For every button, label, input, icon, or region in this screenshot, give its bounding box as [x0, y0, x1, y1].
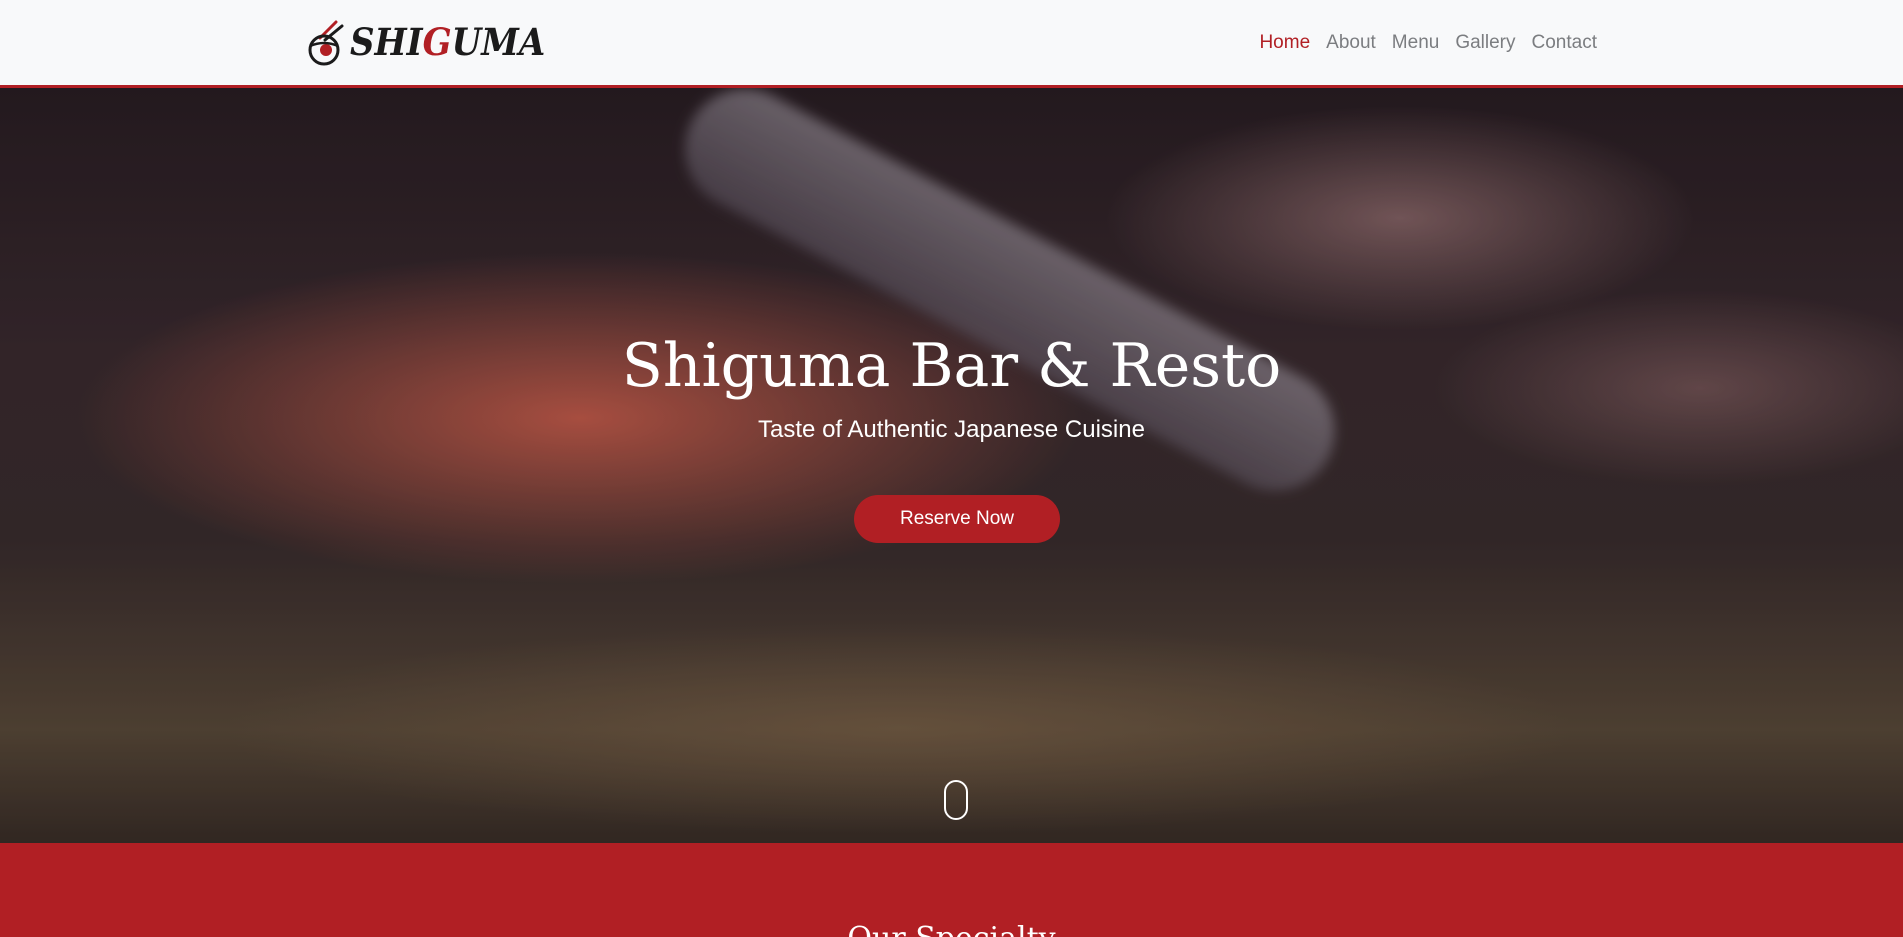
hero-section: Shiguma Bar & Resto Taste of Authentic J…: [0, 88, 1903, 843]
specialty-title: Our Specialty: [0, 921, 1903, 937]
brand-wordmark: SHIGUMA: [350, 21, 545, 65]
nav-link-about[interactable]: About: [1326, 32, 1376, 54]
reserve-now-button[interactable]: Reserve Now: [854, 495, 1060, 543]
brand-text-part3: UMA: [451, 21, 546, 65]
nav-link-gallery[interactable]: Gallery: [1455, 32, 1515, 54]
nav-link-contact[interactable]: Contact: [1532, 32, 1597, 54]
brand-text-part2: G: [422, 21, 452, 65]
brand-logo[interactable]: SHIGUMA: [306, 18, 545, 68]
specialty-section: Our Specialty: [0, 843, 1903, 937]
mouse-scroll-icon[interactable]: [944, 780, 968, 820]
hero-subtitle: Taste of Authentic Japanese Cuisine: [758, 416, 1145, 443]
hero-title: Shiguma Bar & Resto: [621, 331, 1282, 401]
main-nav: Home About Menu Gallery Contact: [1259, 32, 1597, 54]
navbar: SHIGUMA Home About Menu Gallery Contact: [0, 0, 1903, 88]
brand-text-part1: SHI: [350, 21, 423, 65]
nav-link-menu[interactable]: Menu: [1392, 32, 1440, 54]
bowl-chopsticks-icon: [308, 20, 344, 66]
nav-link-home[interactable]: Home: [1259, 32, 1310, 54]
hero-overlay: [0, 88, 1903, 843]
